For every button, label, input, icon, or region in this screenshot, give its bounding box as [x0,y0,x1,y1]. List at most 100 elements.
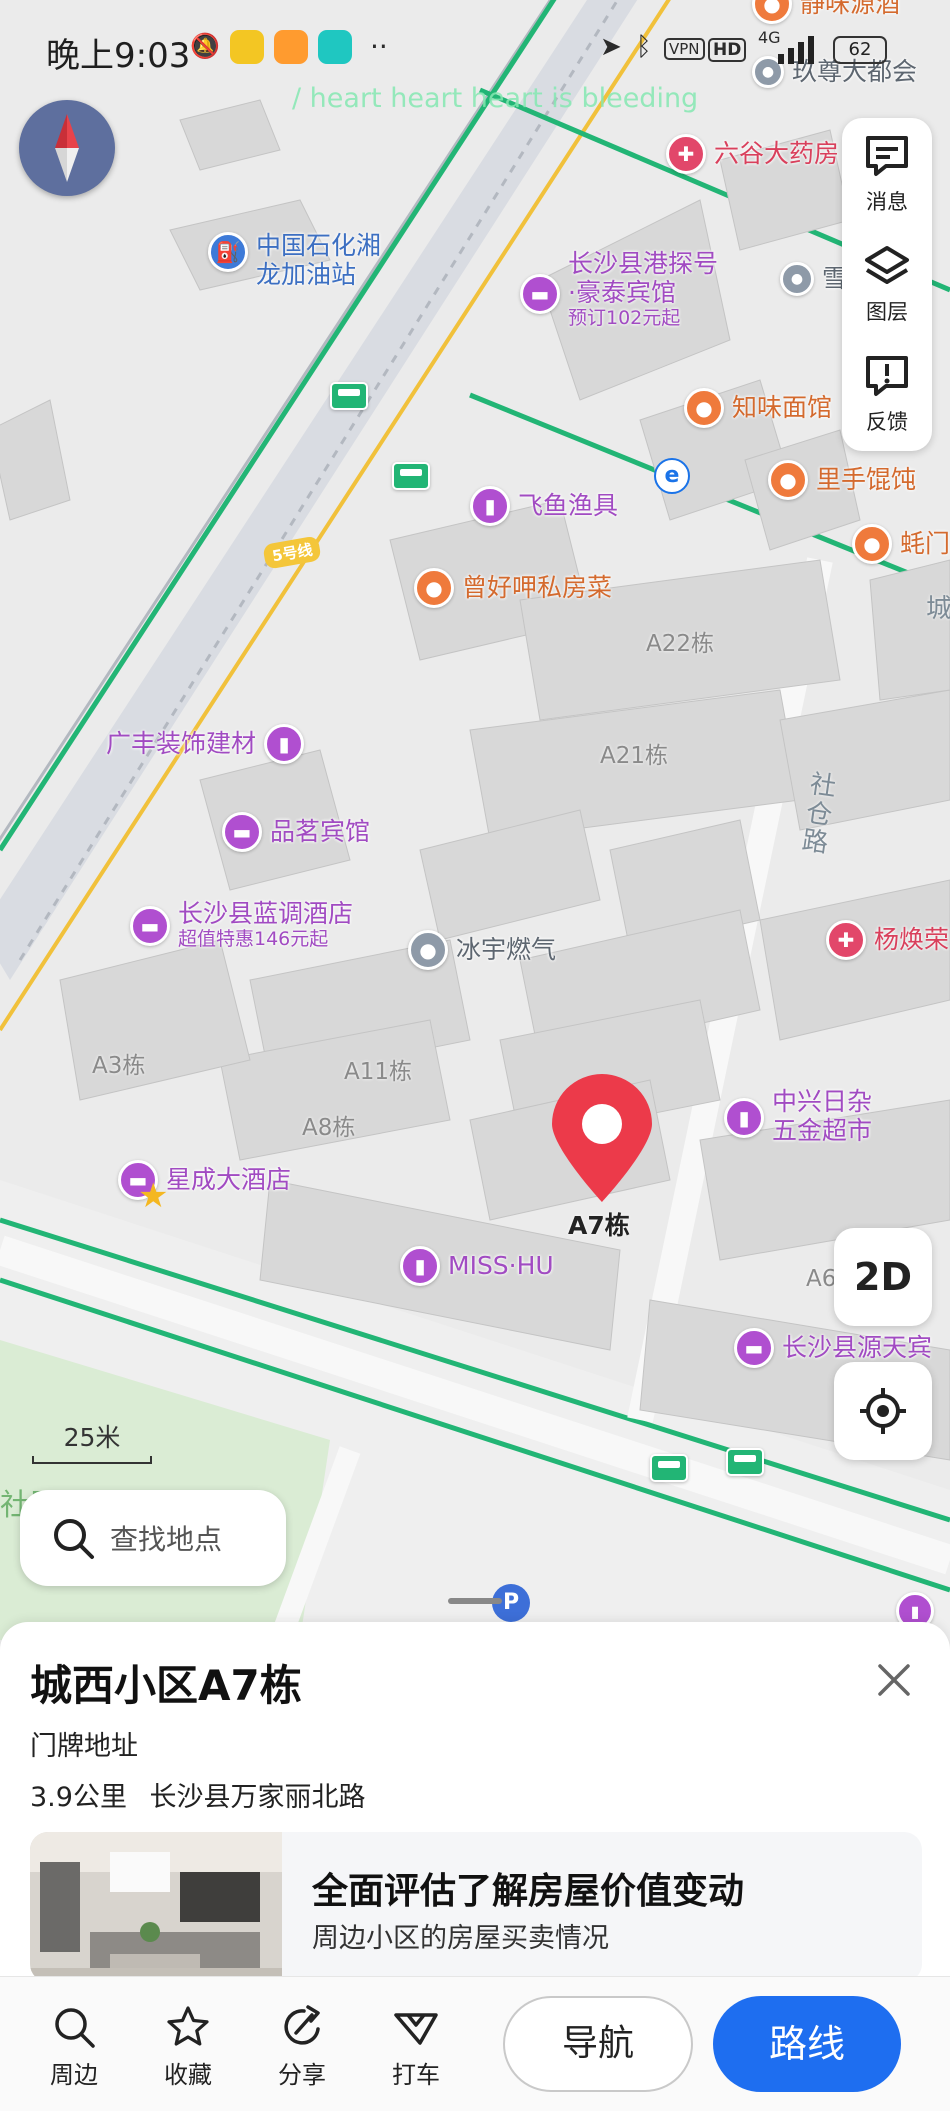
telecom-icon[interactable]: e [654,458,690,494]
shop-icon: ▮ [400,1246,440,1286]
bottom-action-bar: 周边 收藏 分享 打车 导航 路线 [0,1976,950,2111]
building-label: A6 [806,1266,837,1292]
search-icon [55,2008,95,2048]
bluetooth-icon: ᛒ [636,32,652,62]
close-button[interactable] [874,1660,914,1700]
hotel-icon: ▬ [520,274,560,314]
restaurant-icon: ● [684,388,724,428]
sheet-drag-handle[interactable] [448,1598,502,1604]
building-label: A21栋 [600,743,669,769]
shop-icon: ▮ [724,1098,764,1138]
map-scale: 25米 [32,1418,152,1464]
poi-landiao-hotel[interactable]: ▬ 长沙县蓝调酒店 超值特惠146元起 [130,899,353,951]
hotel-icon: ▬ [130,906,170,946]
poi-sinopec[interactable]: ⛽ 中国石化湘 龙加油站 [208,231,381,290]
building-label: A8栋 [302,1115,356,1141]
poi-xue[interactable]: ● 雪 [780,262,847,296]
view-mode-toggle-button[interactable]: 2D [834,1228,932,1326]
layers-icon [865,246,909,284]
pharmacy-icon: ✚ [666,134,706,174]
poi-guangfeng-building[interactable]: ▮ 广丰装饰建材 [106,724,305,764]
messages-button[interactable]: 消息 [842,118,932,226]
message-icon [866,136,908,176]
hotel-icon: ▬ [222,812,262,852]
poi-haomen[interactable]: ● 蚝门 [852,524,950,564]
selected-location-marker[interactable] [548,1074,656,1204]
star-icon: ★ [138,1176,169,1216]
poi-bingyu-gas[interactable]: ● 冰宇燃气 [408,930,556,970]
poi-haotai-hotel[interactable]: ▬ 长沙县港探号 ·豪泰宾馆 预订102元起 [520,249,718,329]
search-places-button[interactable]: 查找地点 [20,1490,286,1586]
vpn-badge: VPN [664,38,705,60]
place-title: 城西小区A7栋 [30,1661,302,1710]
selected-marker-label: A7栋 [568,1211,630,1240]
shop-icon: ▮ [470,486,510,526]
place-address: 长沙县万家丽北路 [149,1782,366,1813]
road-label-cheng: 城 [926,594,950,624]
bus-stop-icon[interactable] [330,382,368,410]
place-subtitle: 门牌地址 [30,1731,138,1762]
share-button[interactable]: 分享 [262,2003,342,2090]
restaurant-icon: ● [768,460,808,500]
battery-indicator: 62 [833,36,887,64]
poi-zhongxing-hardware[interactable]: ▮ 中兴日杂 五金超市 [724,1087,872,1146]
building-label: A22栋 [646,631,715,657]
clinic-icon: ✚ [826,920,866,960]
feedback-icon [866,356,908,396]
compass-button[interactable] [19,100,115,196]
taxi-button[interactable]: 打车 [376,2003,456,2090]
poi-zhiwei-noodles[interactable]: ● 知味面馆 [684,388,832,428]
nearby-button[interactable]: 周边 [34,2003,114,2090]
hotel-icon: ▬ [734,1328,774,1368]
scale-bar [32,1456,152,1464]
restaurant-icon: ● [852,524,892,564]
app-notification-icon [274,30,308,64]
shop-icon: ▮ [264,724,305,764]
status-time: 晚上9:03 [46,36,191,76]
overlay-lyric-text: / heart heart heart is bleeding [292,83,699,114]
poi-miss-hu[interactable]: ▮ MISS·HU [400,1246,554,1286]
app-notification-icon [230,30,264,64]
bus-stop-icon[interactable] [392,462,430,490]
location-arrow-icon: ➤ [600,32,622,62]
place-meta: 3.9公里 长沙县万家丽北路 [30,1775,366,1814]
poi-zenghao-kitchen[interactable]: ● 曾好呷私房菜 [414,568,612,608]
place-icon: ● [408,930,448,970]
favorite-button[interactable]: 收藏 [148,2003,228,2090]
close-icon [878,1664,910,1696]
app-notification-icon [318,30,352,64]
poi-pinming-hotel[interactable]: ▬ 品茗宾馆 [222,812,370,852]
building-label: A3栋 [92,1053,146,1079]
poi-feiyu-fishing[interactable]: ▮ 飞鱼渔具 [470,486,618,526]
more-notifications: ·· [370,30,388,63]
bus-stop-icon[interactable] [650,1454,688,1482]
star-outline-icon [167,2006,209,2046]
house-value-promo-card[interactable]: 全面评估了解房屋价值变动 周边小区的房屋买卖情况 [30,1832,922,1982]
poi-lishou-wonton[interactable]: ● 里手馄饨 [768,460,916,500]
restaurant-icon: ● [414,568,454,608]
status-bar: 晚上9:03 🔕 ·· ➤ ᛒ VPN HD 4G 62 / heart hea… [0,0,950,114]
hd-badge: HD [708,38,747,62]
promo-title: 全面评估了解房屋价值变动 [312,1871,745,1912]
place-distance: 3.9公里 [30,1782,127,1813]
bus-stop-icon[interactable] [726,1448,764,1476]
building-label: A11栋 [344,1059,413,1085]
gas-station-icon: ⛽ [208,232,248,272]
layers-button[interactable]: 图层 [842,228,932,336]
compass-icon [55,114,79,182]
app-root: ● 静味源酒 ● 玖尊大都会 ✚ 六谷大药房 ⛽ 中国石化湘 龙加油站 ▬ 长沙… [0,0,950,2111]
poi-yanghuanrong[interactable]: ✚ 杨焕荣 [826,920,949,960]
route-button[interactable]: 路线 [713,1996,901,2092]
feedback-button[interactable]: 反馈 [842,338,932,446]
mute-icon: 🔕 [190,32,220,60]
map-view[interactable]: ● 静味源酒 ● 玖尊大都会 ✚ 六谷大药房 ⛽ 中国石化湘 龙加油站 ▬ 长沙… [0,0,950,1640]
map-pin-icon [552,1074,652,1202]
poi-liugu-pharmacy[interactable]: ✚ 六谷大药房 [666,134,839,174]
search-placeholder: 查找地点 [110,1523,223,1556]
camera-icon: ● [780,262,814,296]
search-icon [54,1519,94,1559]
locate-me-button[interactable] [834,1362,932,1460]
signal-icon [778,36,814,64]
promo-description: 周边小区的房屋买卖情况 [312,1923,609,1954]
navigate-button[interactable]: 导航 [503,1996,693,2092]
